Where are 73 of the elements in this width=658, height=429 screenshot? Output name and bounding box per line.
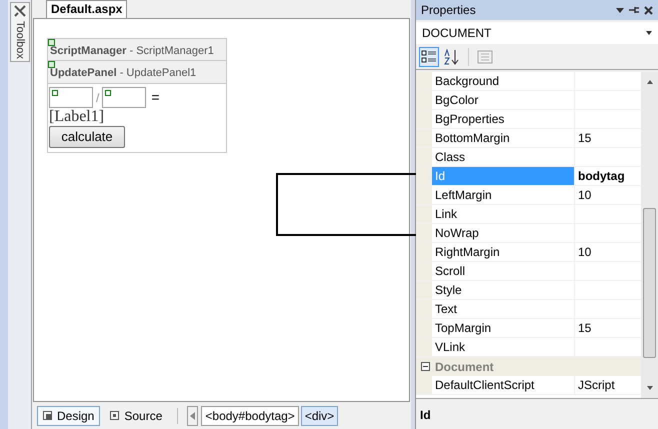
property-name: RightMargin	[432, 243, 575, 261]
up-arrow-icon	[646, 80, 652, 84]
property-value: 10	[577, 244, 592, 261]
categorized-view-button[interactable]	[419, 46, 439, 66]
close-icon[interactable]	[644, 6, 653, 14]
property-name: BottomMargin	[432, 129, 575, 147]
property-row[interactable]: Link	[416, 205, 641, 224]
property-row[interactable]: Background	[416, 72, 641, 91]
property-name: LeftMargin	[432, 186, 575, 204]
equals-sign: =	[151, 88, 160, 107]
control-glyph-icon	[48, 61, 55, 68]
property-name: NoWrap	[432, 224, 575, 242]
tag-breadcrumb[interactable]: <body#bodytag>	[201, 406, 299, 426]
property-value: bodytag	[577, 168, 626, 185]
toolbox-label: Toolbox	[12, 21, 27, 59]
scroll-left-button[interactable]	[187, 406, 198, 426]
control-title: ScriptManager - ScriptManager1	[50, 44, 214, 59]
down-arrow-icon	[646, 386, 652, 390]
property-name: BgProperties	[432, 110, 575, 128]
property-row[interactable]: NoWrap	[416, 224, 641, 243]
document-tab[interactable]: Default.aspx	[46, 0, 128, 18]
property-name: TopMargin	[432, 319, 575, 337]
property-row[interactable]: BgProperties	[416, 110, 641, 129]
script-manager-control[interactable]: ScriptManager - ScriptManager1	[47, 38, 227, 61]
scrollbar[interactable]	[641, 72, 658, 398]
property-value: JScript	[577, 377, 616, 394]
property-row[interactable]: Text	[416, 300, 641, 319]
collapse-icon	[420, 362, 430, 371]
property-row[interactable]: LeftMargin 10	[416, 186, 641, 205]
property-name: Class	[432, 148, 575, 166]
property-name: DefaultClientScript	[432, 376, 575, 394]
property-name: Background	[432, 72, 575, 90]
property-name: Style	[432, 281, 575, 299]
property-row[interactable]: Scroll	[416, 262, 641, 281]
property-row[interactable]: Id bodytag	[416, 167, 641, 186]
property-name: VLink	[432, 338, 575, 356]
property-name: BgColor	[432, 91, 575, 109]
description-title: Id	[420, 408, 431, 422]
divide-sign: /	[96, 90, 100, 106]
text-input[interactable]	[49, 87, 93, 108]
property-row[interactable]: BottomMargin 15	[416, 129, 641, 148]
dropdown-icon[interactable]	[616, 8, 624, 12]
control-glyph-icon	[48, 39, 55, 46]
source-view-icon	[110, 411, 120, 420]
property-name: Id	[432, 167, 575, 185]
object-selector[interactable]: DOCUMENT	[416, 22, 658, 44]
result-label: [Label1]	[48, 108, 106, 126]
design-view-icon	[43, 411, 52, 420]
calculate-button[interactable]: calculate	[49, 126, 125, 148]
property-value: 15	[577, 130, 592, 147]
property-row[interactable]: BgColor	[416, 91, 641, 110]
view-tab[interactable]: Source	[104, 406, 168, 426]
scroll-thumb[interactable]	[643, 208, 656, 358]
toolbox-tab[interactable]: Toolbox	[10, 2, 30, 62]
dropdown-icon	[646, 31, 652, 35]
property-row[interactable]: DefaultClientScript JScript	[416, 376, 641, 395]
property-name: Link	[432, 205, 575, 223]
tools-icon	[12, 3, 28, 19]
panel-title: Properties	[421, 2, 477, 19]
property-row[interactable]: TopMargin 15	[416, 319, 641, 338]
left-arrow-icon	[190, 412, 196, 420]
update-panel[interactable]: UpdatePanel - UpdatePanel1 / = [Label1] calculate	[47, 61, 227, 153]
text-input[interactable]	[102, 87, 146, 108]
property-value: 10	[577, 187, 592, 204]
property-row[interactable]: Style	[416, 281, 641, 300]
tag-breadcrumb[interactable]: <div>	[300, 406, 338, 426]
property-name: Scroll	[432, 262, 575, 280]
property-row[interactable]: RightMargin 10	[416, 243, 641, 262]
control-title: UpdatePanel - UpdatePanel1	[50, 66, 196, 82]
view-tab[interactable]: Design	[37, 406, 100, 426]
pin-icon[interactable]	[629, 6, 639, 14]
property-name: Text	[432, 300, 575, 318]
property-value: 15	[577, 320, 592, 337]
